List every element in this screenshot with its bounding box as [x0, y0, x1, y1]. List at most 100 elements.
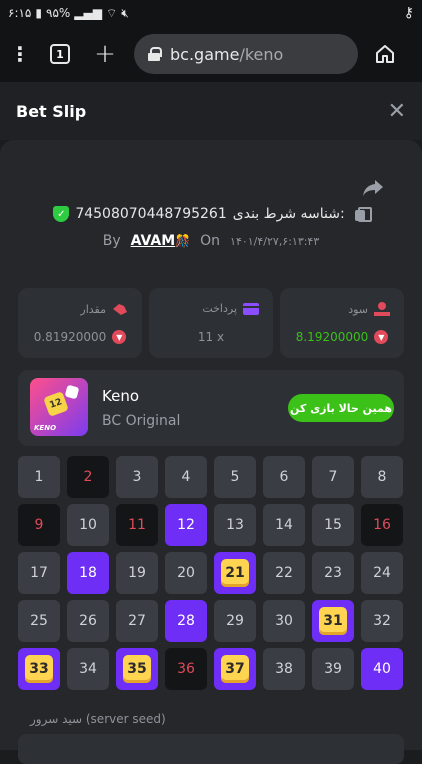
game-row: 12 KENO Keno BC Original همین حالا بازی …	[18, 370, 404, 446]
url-host: bc.game	[170, 44, 240, 64]
keno-cell: 28	[165, 600, 207, 642]
keno-cell: 2	[67, 456, 109, 498]
payout-value-row: 11 x	[149, 330, 273, 344]
keno-cell: 20	[165, 552, 207, 594]
wallet-icon	[113, 304, 127, 315]
username[interactable]: AVAM	[131, 233, 176, 249]
play-now-button[interactable]: همین حالا بازی کن	[288, 394, 394, 422]
amount-label-row: مقدار	[80, 302, 128, 316]
url-path: /keno	[239, 44, 284, 64]
keno-cell: 7	[312, 456, 354, 498]
keno-cell: 40	[361, 648, 403, 690]
clock: ۶:۱۵	[8, 6, 32, 20]
keno-cell: 25	[18, 600, 60, 642]
keno-cell: 30	[263, 600, 305, 642]
bet-id-label: شناسه شرط بندی:	[232, 206, 345, 222]
keno-cell: 8	[361, 456, 403, 498]
keno-cell: 35	[116, 648, 158, 690]
keno-hit-tile: 21	[221, 559, 249, 587]
status-bar: ۶:۱۵ ▮ ۹۵% ▂▄▆ ⌔ 🔇︎ ⚷	[0, 0, 422, 26]
overflow-menu-icon[interactable]: ⋮	[10, 42, 30, 66]
keno-cell: 19	[116, 552, 158, 594]
keno-cell: 5	[214, 456, 256, 498]
key-icon: ⚷	[403, 5, 414, 21]
amount-value: 0.81920000	[33, 330, 107, 344]
keno-cell: 32	[361, 600, 403, 642]
share-icon[interactable]	[361, 178, 385, 198]
user-badge-icon: 🎊	[175, 234, 191, 248]
bet-meta-row: By AVAM🎊 On ۱۴۰۱/۴/۲۷,۶:۱۳:۴۳	[0, 233, 422, 249]
keno-cell: 13	[214, 504, 256, 546]
profit-stat: سود 8.19200000 ▼	[280, 288, 404, 358]
close-icon[interactable]: ✕	[388, 99, 406, 124]
amount-label: مقدار	[80, 302, 106, 316]
copy-icon[interactable]	[354, 207, 372, 222]
logo-text: KENO	[34, 424, 57, 432]
keno-cell: 4	[165, 456, 207, 498]
amount-value-row: 0.81920000 ▼	[18, 330, 142, 344]
browser-toolbar: ⋮ 1 + bc.game/keno	[0, 26, 422, 82]
card-icon	[243, 302, 259, 315]
keno-hit-tile: 33	[25, 655, 53, 683]
bet-slip-title: Bet Slip	[16, 101, 87, 121]
user-link[interactable]: AVAM🎊	[131, 233, 191, 249]
bet-id-value: 74508070448795261	[75, 206, 227, 222]
home-icon[interactable]	[374, 43, 396, 65]
server-seed-label: سید سرور (server seed)	[30, 712, 166, 726]
keno-cell: 1	[18, 456, 60, 498]
keno-cell: 27	[116, 600, 158, 642]
keno-cell: 39	[312, 648, 354, 690]
keno-cell: 6	[263, 456, 305, 498]
profit-hand-icon	[374, 302, 390, 316]
keno-cell: 9	[18, 504, 60, 546]
lock-icon[interactable]	[148, 47, 162, 61]
mute-icon: 🔇︎	[121, 5, 129, 20]
battery-level: ۹۵%	[46, 6, 71, 20]
keno-cell: 31	[312, 600, 354, 642]
payout-stat: پرداخت 11 x	[149, 288, 273, 358]
wifi-icon: ⌔	[105, 5, 118, 20]
keno-cell: 38	[263, 648, 305, 690]
keno-cell: 12	[165, 504, 207, 546]
verified-shield-icon: ✓	[53, 206, 70, 222]
keno-logo[interactable]: 12 KENO	[30, 378, 88, 436]
keno-cell: 34	[67, 648, 109, 690]
trx-coin-icon: ▼	[374, 330, 389, 344]
keno-cell: 33	[18, 648, 60, 690]
profit-label-row: سود	[348, 302, 390, 316]
keno-cell: 23	[312, 552, 354, 594]
keno-cell: 15	[312, 504, 354, 546]
payout-label: پرداخت	[202, 302, 237, 315]
on-label: On	[200, 233, 221, 249]
dice-icon	[64, 384, 80, 400]
keno-cell: 11	[116, 504, 158, 546]
keno-cell: 24	[361, 552, 403, 594]
profit-label: سود	[348, 302, 368, 316]
new-tab-icon[interactable]: +	[94, 39, 116, 69]
keno-hit-tile: 31	[319, 607, 347, 635]
keno-cell: 16	[361, 504, 403, 546]
keno-cell: 36	[165, 648, 207, 690]
keno-cell: 18	[67, 552, 109, 594]
game-name: Keno	[102, 387, 140, 405]
server-seed-field[interactable]	[18, 734, 404, 764]
keno-cell: 29	[214, 600, 256, 642]
keno-hit-tile: 35	[123, 655, 151, 683]
amount-stat: مقدار 0.81920000 ▼	[18, 288, 142, 358]
profit-value-row: 8.19200000 ▼	[280, 330, 404, 344]
keno-cell: 26	[67, 600, 109, 642]
by-label: By	[102, 233, 121, 249]
tab-switcher-button[interactable]: 1	[50, 44, 70, 64]
profit-value: 8.19200000	[295, 330, 369, 344]
keno-cell: 17	[18, 552, 60, 594]
keno-cell: 22	[263, 552, 305, 594]
bet-slip-header: Bet Slip ✕	[0, 82, 422, 140]
payout-value: 11 x	[197, 330, 225, 344]
battery-icon: ▮	[35, 6, 42, 20]
keno-cell: 3	[116, 456, 158, 498]
payout-label-row: پرداخت	[202, 302, 259, 315]
address-bar[interactable]: bc.game/keno	[134, 34, 358, 74]
bet-date: ۱۴۰۱/۴/۲۷,۶:۱۳:۴۳	[230, 234, 320, 248]
keno-cell: 14	[263, 504, 305, 546]
url-text[interactable]: bc.game/keno	[170, 45, 283, 64]
